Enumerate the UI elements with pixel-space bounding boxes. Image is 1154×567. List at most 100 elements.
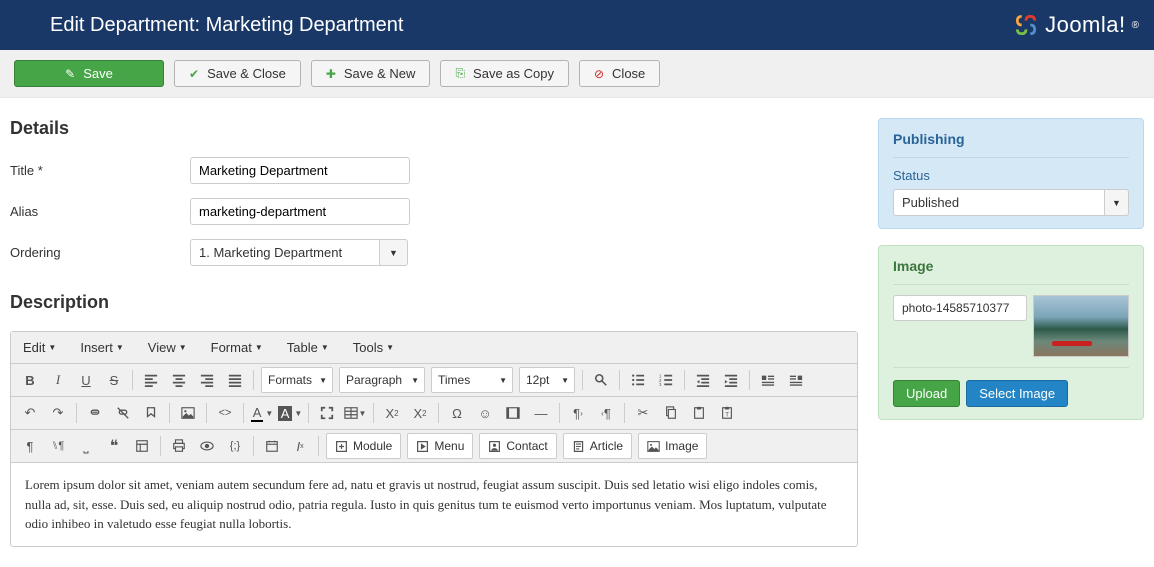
save-button[interactable]: ✎Save bbox=[14, 60, 164, 87]
chevron-down-icon: ▼ bbox=[380, 239, 408, 266]
save-new-button[interactable]: ✚Save & New bbox=[311, 60, 431, 87]
nonbreaking-button[interactable]: ⎵ bbox=[73, 433, 99, 459]
undo-button[interactable]: ↶ bbox=[17, 400, 43, 426]
date-button[interactable] bbox=[259, 433, 285, 459]
align-right-button[interactable] bbox=[194, 367, 220, 393]
menu-format[interactable]: Format▼ bbox=[205, 336, 269, 359]
table-button[interactable]: ▼ bbox=[342, 400, 368, 426]
menu-table[interactable]: Table▼ bbox=[281, 336, 335, 359]
menu-view[interactable]: View▼ bbox=[142, 336, 193, 359]
editor-toolbar-1: B I U S Formats▼ Paragraph▼ Times▼ 12pt▼ bbox=[11, 364, 857, 397]
title-label: Title * bbox=[10, 163, 190, 178]
superscript-button[interactable]: X2 bbox=[407, 400, 433, 426]
image-panel: Image photo-14585710377 Upload Select Im… bbox=[878, 245, 1144, 420]
page-title: Edit Department: Marketing Department bbox=[50, 14, 404, 37]
codesample-button[interactable]: {;} bbox=[222, 433, 248, 459]
check-icon: ✔ bbox=[189, 67, 199, 81]
preview-button[interactable] bbox=[194, 433, 220, 459]
fontsize-select[interactable]: 12pt▼ bbox=[519, 367, 575, 393]
cut-button[interactable]: ✂ bbox=[630, 400, 656, 426]
plus-icon: ✚ bbox=[326, 67, 336, 81]
bold-button[interactable]: B bbox=[17, 367, 43, 393]
image-insert-button[interactable]: Image bbox=[638, 433, 707, 459]
upload-button[interactable]: Upload bbox=[893, 380, 960, 407]
font-select[interactable]: Times▼ bbox=[431, 367, 513, 393]
unlink-button[interactable] bbox=[110, 400, 136, 426]
fullscreen-button[interactable] bbox=[314, 400, 340, 426]
chevron-down-icon: ▼ bbox=[1105, 189, 1129, 216]
alias-input[interactable] bbox=[190, 198, 410, 225]
article-button[interactable]: Article bbox=[563, 433, 632, 459]
media-button[interactable] bbox=[500, 400, 526, 426]
menu-edit[interactable]: Edit▼ bbox=[17, 336, 62, 359]
logo-text: Joomla! bbox=[1045, 12, 1126, 38]
outdent-button[interactable] bbox=[690, 367, 716, 393]
editor-content[interactable]: Lorem ipsum dolor sit amet, veniam autem… bbox=[11, 463, 857, 546]
underline-button[interactable]: U bbox=[73, 367, 99, 393]
editor: Edit▼ Insert▼ View▼ Format▼ Table▼ Tools… bbox=[10, 331, 858, 547]
status-label: Status bbox=[893, 168, 1129, 183]
indent-button[interactable] bbox=[718, 367, 744, 393]
link-button[interactable] bbox=[82, 400, 108, 426]
emoji-button[interactable]: ☺ bbox=[472, 400, 498, 426]
blockquote-button[interactable]: ❝ bbox=[101, 433, 127, 459]
clearformat-button[interactable]: Ix bbox=[287, 433, 313, 459]
float-left-button[interactable] bbox=[755, 367, 781, 393]
ordering-select[interactable]: 1. Marketing Department ▼ bbox=[190, 239, 408, 266]
copy-button[interactable] bbox=[658, 400, 684, 426]
menu-button[interactable]: Menu bbox=[407, 433, 473, 459]
contact-button[interactable]: Contact bbox=[479, 433, 556, 459]
status-select[interactable]: Published ▼ bbox=[893, 189, 1129, 216]
bgcolor-button[interactable]: A▼ bbox=[277, 400, 303, 426]
rtl-button[interactable]: ‹¶ bbox=[593, 400, 619, 426]
editor-toolbar-2: ↶ ↷ <> A▼ A▼ ▼ X2 bbox=[11, 397, 857, 430]
paragraph-select[interactable]: Paragraph▼ bbox=[339, 367, 425, 393]
hr-button[interactable]: — bbox=[528, 400, 554, 426]
publishing-panel: Publishing Status Published ▼ bbox=[878, 118, 1144, 229]
image-button[interactable] bbox=[175, 400, 201, 426]
strikethrough-button[interactable]: S bbox=[101, 367, 127, 393]
image-heading: Image bbox=[893, 258, 1129, 274]
redo-button[interactable]: ↷ bbox=[45, 400, 71, 426]
align-justify-button[interactable] bbox=[222, 367, 248, 393]
formats-select[interactable]: Formats▼ bbox=[261, 367, 333, 393]
ordering-row: Ordering 1. Marketing Department ▼ bbox=[10, 239, 858, 266]
joomla-icon bbox=[1013, 12, 1039, 38]
search-replace-button[interactable] bbox=[588, 367, 614, 393]
print-button[interactable] bbox=[166, 433, 192, 459]
bullet-list-button[interactable] bbox=[625, 367, 651, 393]
template-button[interactable] bbox=[129, 433, 155, 459]
pastetext-button[interactable]: T bbox=[714, 400, 740, 426]
paste-button[interactable] bbox=[686, 400, 712, 426]
alias-label: Alias bbox=[10, 204, 190, 219]
save-close-button[interactable]: ✔Save & Close bbox=[174, 60, 301, 87]
details-heading: Details bbox=[10, 118, 858, 139]
italic-button[interactable]: I bbox=[45, 367, 71, 393]
specialchar-button[interactable]: Ω bbox=[444, 400, 470, 426]
float-right-button[interactable] bbox=[783, 367, 809, 393]
show-blocks-button[interactable]: ⑊¶ bbox=[45, 433, 71, 459]
anchor-button[interactable] bbox=[138, 400, 164, 426]
menu-insert[interactable]: Insert▼ bbox=[74, 336, 129, 359]
menu-tools[interactable]: Tools▼ bbox=[347, 336, 400, 359]
subscript-button[interactable]: X2 bbox=[379, 400, 405, 426]
textcolor-button[interactable]: A▼ bbox=[249, 400, 275, 426]
close-button[interactable]: ⊘Close bbox=[579, 60, 660, 87]
editor-toolbar-3: ¶ ⑊¶ ⎵ ❝ {;} Ix Module Menu Contact bbox=[11, 430, 857, 463]
sourcecode-button[interactable]: <> bbox=[212, 400, 238, 426]
svg-text:3: 3 bbox=[659, 382, 662, 387]
header-bar: Edit Department: Marketing Department Jo… bbox=[0, 0, 1154, 50]
align-left-button[interactable] bbox=[138, 367, 164, 393]
save-copy-button[interactable]: ⎘Save as Copy bbox=[440, 60, 569, 87]
title-input[interactable] bbox=[190, 157, 410, 184]
action-toolbar: ✎Save ✔Save & Close ✚Save & New ⎘Save as… bbox=[0, 50, 1154, 98]
module-button[interactable]: Module bbox=[326, 433, 401, 459]
select-image-button[interactable]: Select Image bbox=[966, 380, 1068, 407]
show-invisibles-button[interactable]: ¶ bbox=[17, 433, 43, 459]
number-list-button[interactable]: 123 bbox=[653, 367, 679, 393]
align-center-button[interactable] bbox=[166, 367, 192, 393]
ltr-button[interactable]: ¶› bbox=[565, 400, 591, 426]
image-path-input[interactable]: photo-14585710377 bbox=[893, 295, 1027, 321]
ordering-label: Ordering bbox=[10, 245, 190, 260]
editor-menubar: Edit▼ Insert▼ View▼ Format▼ Table▼ Tools… bbox=[11, 332, 857, 364]
